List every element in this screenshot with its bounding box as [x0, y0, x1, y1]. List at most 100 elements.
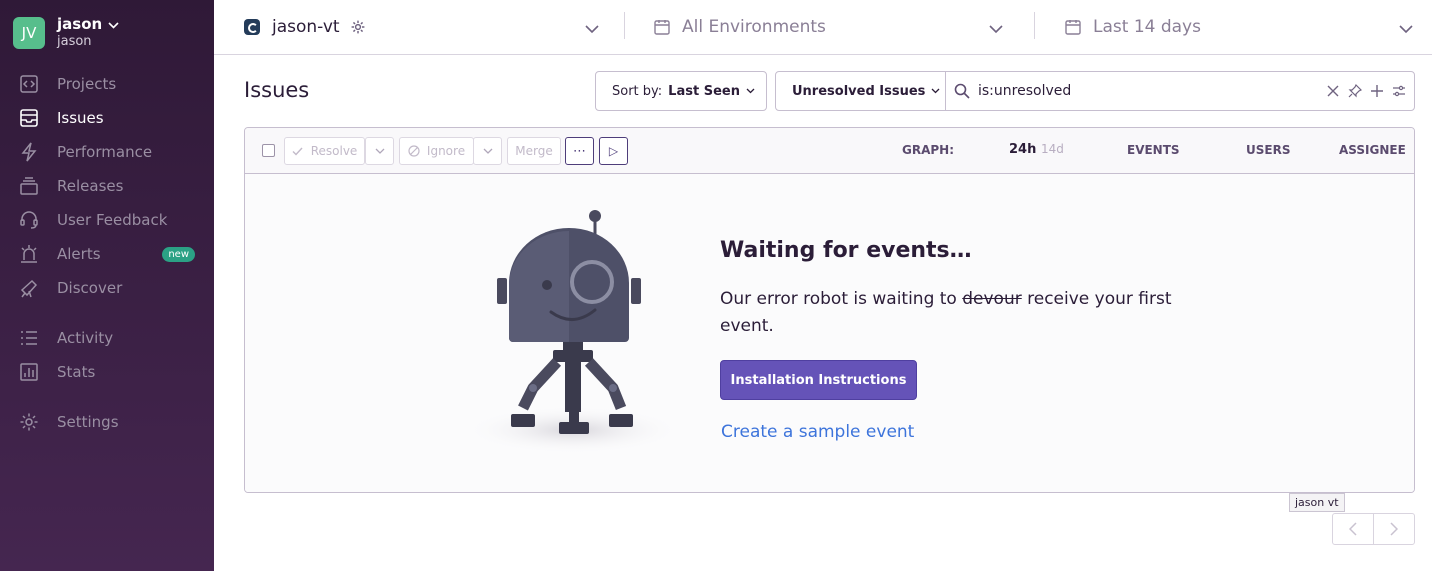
ellipsis-icon: ⋯	[573, 143, 586, 159]
next-page-button[interactable]	[1374, 514, 1414, 544]
clear-icon[interactable]	[1326, 83, 1340, 102]
calendar-icon	[1065, 19, 1081, 35]
search-bar: Unresolved Issues	[775, 71, 1415, 111]
project-icon	[244, 19, 260, 35]
date-range-label: Last 14 days	[1093, 17, 1201, 37]
gear-icon	[18, 411, 40, 433]
telescope-icon	[18, 277, 40, 299]
sort-value: Last Seen	[668, 83, 740, 99]
realtime-play-button[interactable]: ▷	[599, 137, 628, 165]
chevron-down-icon	[585, 19, 599, 39]
org-name: jason	[57, 15, 103, 33]
resolve-button[interactable]: Resolve	[284, 137, 365, 165]
header-bar: jason-vt All Environments Last 14 days	[214, 0, 1432, 55]
siren-icon	[18, 243, 40, 265]
list-icon	[18, 327, 40, 349]
page-title: Issues	[244, 78, 310, 102]
merge-button[interactable]: Merge	[507, 137, 561, 165]
sidebar-item-label: Settings	[57, 413, 119, 431]
empty-state: Waiting for events… Our error robot is w…	[245, 174, 1414, 492]
issues-toolbar: Resolve Ignore Merge ⋯ ▷ GRAPH: 24h 14d …	[245, 128, 1414, 174]
chevron-down-icon	[1399, 19, 1413, 39]
sidebar-item-projects[interactable]: Projects	[0, 67, 214, 101]
sidebar-item-label: Projects	[57, 75, 117, 93]
assignee-column-header: ASSIGNEE	[1339, 143, 1406, 157]
play-icon: ▷	[608, 144, 619, 158]
resolve-dropdown-button[interactable]	[365, 137, 394, 165]
filter-sliders-icon[interactable]	[1392, 83, 1406, 102]
chevron-down-icon	[746, 88, 755, 94]
headset-icon	[18, 209, 40, 231]
project-selector[interactable]: jason-vt	[244, 0, 599, 54]
sidebar-item-label: Stats	[57, 363, 96, 381]
sidebar-item-label: Alerts	[57, 245, 101, 263]
date-range-selector[interactable]: Last 14 days	[1065, 0, 1413, 54]
check-icon	[292, 147, 303, 156]
sidebar-item-label: Issues	[57, 109, 104, 127]
sort-label: Sort by:	[612, 83, 663, 99]
sidebar-item-user-feedback[interactable]: User Feedback	[0, 203, 214, 237]
sidebar-item-discover[interactable]: Discover	[0, 271, 214, 305]
pin-icon[interactable]	[1348, 83, 1363, 102]
org-user: jason	[57, 34, 92, 49]
empty-state-title: Waiting for events…	[720, 238, 972, 263]
installation-instructions-button[interactable]: Installation Instructions	[720, 360, 917, 400]
sidebar-item-alerts[interactable]: Alerts new	[0, 237, 214, 271]
graph-24h-toggle[interactable]: 24h	[1009, 142, 1036, 157]
ignore-icon	[408, 145, 420, 157]
sort-dropdown[interactable]: Sort by: Last Seen	[595, 71, 767, 111]
projects-icon	[18, 73, 40, 95]
chevron-left-icon	[1349, 522, 1357, 536]
org-avatar: JV	[13, 17, 45, 49]
search-input[interactable]	[978, 80, 1298, 102]
sidebar-item-stats[interactable]: Stats	[0, 355, 214, 389]
sidebar-item-label: Releases	[57, 177, 124, 195]
releases-icon	[18, 175, 40, 197]
sidebar-item-label: Activity	[57, 329, 114, 347]
previous-page-button[interactable]	[1333, 514, 1374, 544]
environment-selector[interactable]: All Environments	[654, 0, 1003, 54]
chevron-down-icon	[375, 148, 385, 154]
calendar-icon	[654, 19, 670, 35]
lightning-icon	[18, 141, 40, 163]
chevron-down-icon	[483, 148, 493, 154]
sidebar-item-releases[interactable]: Releases	[0, 169, 214, 203]
graph-label: GRAPH:	[902, 143, 955, 157]
create-sample-event-link[interactable]: Create a sample event	[721, 422, 914, 442]
events-column-header: EVENTS	[1127, 143, 1180, 157]
environment-label: All Environments	[682, 17, 826, 37]
chevron-down-icon	[108, 16, 119, 33]
chevron-down-icon	[931, 88, 940, 94]
plus-icon[interactable]	[1370, 83, 1384, 102]
new-badge: new	[162, 247, 195, 262]
tooltip: jason vt	[1289, 493, 1345, 512]
select-all-checkbox[interactable]	[262, 144, 275, 157]
empty-state-description: Our error robot is waiting to devour rec…	[720, 289, 1172, 336]
graph-14d-toggle[interactable]: 14d	[1041, 142, 1064, 156]
sidebar-item-label: Performance	[57, 143, 153, 161]
issues-icon	[18, 107, 40, 129]
struck-word: devour	[962, 289, 1022, 309]
ignore-dropdown-button[interactable]	[473, 137, 502, 165]
saved-search-dropdown[interactable]: Unresolved Issues	[776, 72, 946, 110]
saved-search-label: Unresolved Issues	[792, 83, 926, 99]
search-icon	[954, 83, 970, 103]
gear-icon[interactable]	[350, 19, 366, 35]
project-name: jason-vt	[272, 17, 340, 37]
sidebar-item-performance[interactable]: Performance	[0, 135, 214, 169]
pagination	[1332, 513, 1415, 545]
sidebar-item-label: Discover	[57, 279, 123, 297]
sidebar-nav: Projects Issues Performance Releases Use…	[0, 67, 214, 439]
ignore-button[interactable]: Ignore	[399, 137, 474, 165]
sidebar-item-activity[interactable]: Activity	[0, 321, 214, 355]
chevron-down-icon	[989, 19, 1003, 39]
users-column-header: USERS	[1246, 143, 1291, 157]
issues-panel: Resolve Ignore Merge ⋯ ▷ GRAPH: 24h 14d …	[244, 127, 1415, 493]
sidebar-item-issues[interactable]: Issues	[0, 101, 214, 135]
more-actions-button[interactable]: ⋯	[565, 137, 594, 165]
sidebar: JV jason jason Projects Issues Performan…	[0, 0, 214, 571]
sidebar-item-label: User Feedback	[57, 211, 168, 229]
stats-icon	[18, 361, 40, 383]
org-switcher[interactable]: JV jason jason	[13, 16, 119, 50]
sidebar-item-settings[interactable]: Settings	[0, 405, 214, 439]
